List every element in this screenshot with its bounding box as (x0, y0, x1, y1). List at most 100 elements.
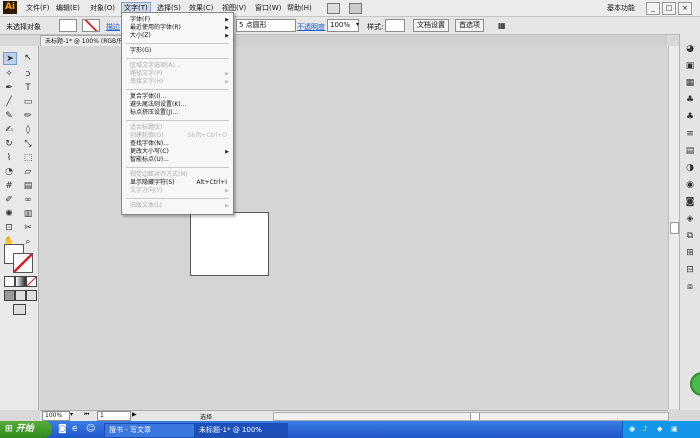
brush-definition[interactable]: 5 点圆形 (236, 19, 296, 32)
mesh-tool-icon[interactable]: # (3, 180, 15, 191)
stroke-swatch[interactable] (82, 19, 100, 32)
perspective-grid-tool-icon[interactable]: ▱ (22, 166, 34, 177)
type-tool-icon[interactable]: T (22, 82, 34, 93)
draw-inside-icon[interactable] (26, 290, 37, 301)
document-setup-button[interactable]: 文档设置 (413, 19, 449, 32)
graphic-styles-icon[interactable]: ◙ (684, 197, 696, 207)
ie-icon[interactable]: e (72, 424, 78, 434)
gradient-tool-icon[interactable]: ▤ (22, 180, 34, 191)
style-swatch[interactable] (385, 19, 405, 32)
draw-behind-icon[interactable] (15, 290, 26, 301)
show-desktop-icon[interactable]: ◙ (58, 424, 67, 434)
next-artboard-icon[interactable]: ▶ (132, 411, 137, 418)
tray-security-icon[interactable]: ◆ (657, 425, 662, 433)
type-menu-item[interactable]: 避头尾法则设置(K)... (122, 101, 233, 109)
transparency-panel-icon[interactable]: ◑ (684, 163, 696, 173)
artboards-panel-icon[interactable]: ⧉ (684, 231, 696, 241)
bridge-icon[interactable] (327, 3, 340, 14)
gradient-mode-icon[interactable] (15, 276, 26, 287)
qq-icon[interactable]: ☺ (86, 424, 95, 434)
type-menu-item[interactable]: 显示隐藏字符(S) Alt+Ctrl+I (122, 179, 233, 187)
blend-tool-icon[interactable]: ∞ (22, 194, 34, 205)
menu-object[interactable]: 对象(O) (90, 3, 115, 13)
opacity-link[interactable]: 不透明度 (297, 22, 325, 32)
appearance-panel-icon[interactable]: ◉ (684, 180, 696, 190)
color-mode-icon[interactable] (4, 276, 15, 287)
type-menu-item[interactable]: 复合字体(I)... (122, 93, 233, 101)
taskbar-item-browser[interactable]: 搜书 - 写文章 (104, 423, 198, 438)
menu-edit[interactable]: 编辑(E) (56, 3, 80, 13)
none-mode-icon[interactable] (26, 276, 37, 287)
magic-wand-tool-icon[interactable]: ✧ (3, 68, 15, 79)
transform-panel-icon[interactable]: ⊞ (684, 248, 696, 258)
color-guide-icon[interactable]: ▣ (684, 61, 696, 71)
layers-panel-icon[interactable]: ◈ (684, 214, 696, 224)
symbols-panel-icon[interactable]: ♣ (684, 112, 696, 122)
type-menu-item[interactable]: 路径文字(P) ▶ (122, 70, 233, 78)
type-menu-item[interactable]: 文字方向(Y) ▶ (122, 187, 233, 195)
menu-window[interactable]: 窗口(W) (255, 3, 281, 13)
tray-network-icon[interactable]: ◉ (629, 425, 635, 433)
horizontal-scrollbar[interactable] (273, 412, 669, 421)
type-menu-item[interactable]: 创建轮廓(O) Shift+Ctrl+O (122, 132, 233, 140)
lasso-tool-icon[interactable]: ↄ (22, 68, 34, 79)
type-menu-item[interactable]: 更改大小写(C) ▶ (122, 148, 233, 156)
column-graph-tool-icon[interactable]: ▥ (22, 208, 34, 219)
slice-tool-icon[interactable]: ✂ (22, 222, 34, 233)
opacity-dropdown-icon[interactable]: ▾ (356, 21, 359, 28)
first-artboard-icon[interactable]: ⏮ (84, 411, 89, 419)
menu-help[interactable]: 帮助(H) (287, 3, 312, 13)
arrange-documents-icon[interactable] (349, 3, 362, 14)
type-menu-item[interactable]: 智能标点(U)... (122, 156, 233, 164)
stroke-panel-icon[interactable]: ≡ (684, 129, 696, 139)
gradient-panel-icon[interactable]: ▤ (684, 146, 696, 156)
type-menu-item[interactable]: 大小(Z) ▶ (122, 32, 233, 40)
direct-selection-tool-icon[interactable]: ↖ (22, 52, 34, 63)
taskbar-item-illustrator[interactable]: 未标题-1* @ 100% (194, 423, 288, 438)
artboard-tool-icon[interactable]: ⊡ (3, 222, 15, 233)
maximize-button[interactable]: □ (662, 2, 676, 15)
line-tool-icon[interactable]: ╱ (3, 96, 15, 107)
minimize-button[interactable]: _ (646, 2, 660, 15)
draw-normal-icon[interactable] (4, 290, 15, 301)
type-menu-item[interactable]: 最近使用的字体(R) ▶ (122, 24, 233, 32)
menu-file[interactable]: 文件(F) (26, 3, 50, 13)
rectangle-tool-icon[interactable]: ▭ (22, 96, 34, 107)
type-menu-item[interactable]: 标点挤压设置(J)... (122, 109, 233, 117)
type-menu-item[interactable]: 旧版文本(L) ▶ (122, 202, 233, 210)
eyedropper-tool-icon[interactable]: ✐ (3, 194, 15, 205)
tray-volume-icon[interactable]: ♪ (643, 425, 647, 433)
rotate-tool-icon[interactable]: ↻ (3, 138, 15, 149)
pen-tool-icon[interactable]: ✒ (3, 82, 15, 93)
fill-swatch[interactable] (59, 19, 77, 32)
stroke-color-swatch[interactable] (13, 253, 33, 273)
color-panel-icon[interactable]: ◕ (684, 44, 696, 54)
align-panel-icon[interactable]: ⊟ (684, 265, 696, 275)
preferences-button[interactable]: 首选项 (455, 19, 484, 32)
start-button[interactable]: ⊞ 开始 (0, 421, 52, 438)
pencil-tool-icon[interactable]: ✏ (22, 110, 34, 121)
free-transform-tool-icon[interactable]: ⬚ (22, 152, 34, 163)
workspace-switcher[interactable]: 基本功能 (607, 3, 635, 13)
close-button[interactable]: × (678, 2, 692, 15)
zoom-field[interactable]: 100% (42, 411, 70, 421)
type-menu-item[interactable]: 字形(G) (122, 47, 233, 55)
pathfinder-panel-icon[interactable]: ⧈ (684, 282, 696, 292)
swatches-panel-icon[interactable]: ▦ (684, 78, 696, 88)
blob-brush-tool-icon[interactable]: ✍ (3, 124, 15, 135)
align-options-icon[interactable]: ▦ (498, 21, 506, 30)
warp-tool-icon[interactable]: ⌇ (3, 152, 15, 163)
paintbrush-tool-icon[interactable]: ✎ (3, 110, 15, 121)
eraser-tool-icon[interactable]: ◊ (22, 124, 34, 135)
screen-mode-icon[interactable] (13, 304, 26, 315)
type-menu-item[interactable]: 视觉边距对齐方式(M) (122, 171, 233, 179)
shape-builder-tool-icon[interactable]: ◔ (3, 166, 15, 177)
selection-tool-icon[interactable]: ➤ (3, 52, 17, 65)
scrollbar-thumb[interactable] (670, 222, 679, 234)
horizontal-scrollbar-thumb[interactable] (470, 413, 480, 420)
type-menu-item[interactable]: 区域文字选项(A)... (122, 62, 233, 70)
type-menu-item[interactable]: 查找字体(N)... (122, 140, 233, 148)
type-menu-item[interactable]: 串接文字(H) ▶ (122, 78, 233, 86)
type-menu-item[interactable]: 字体(F) ▶ (122, 16, 233, 24)
artboard-number-field[interactable]: 1 (97, 411, 131, 421)
